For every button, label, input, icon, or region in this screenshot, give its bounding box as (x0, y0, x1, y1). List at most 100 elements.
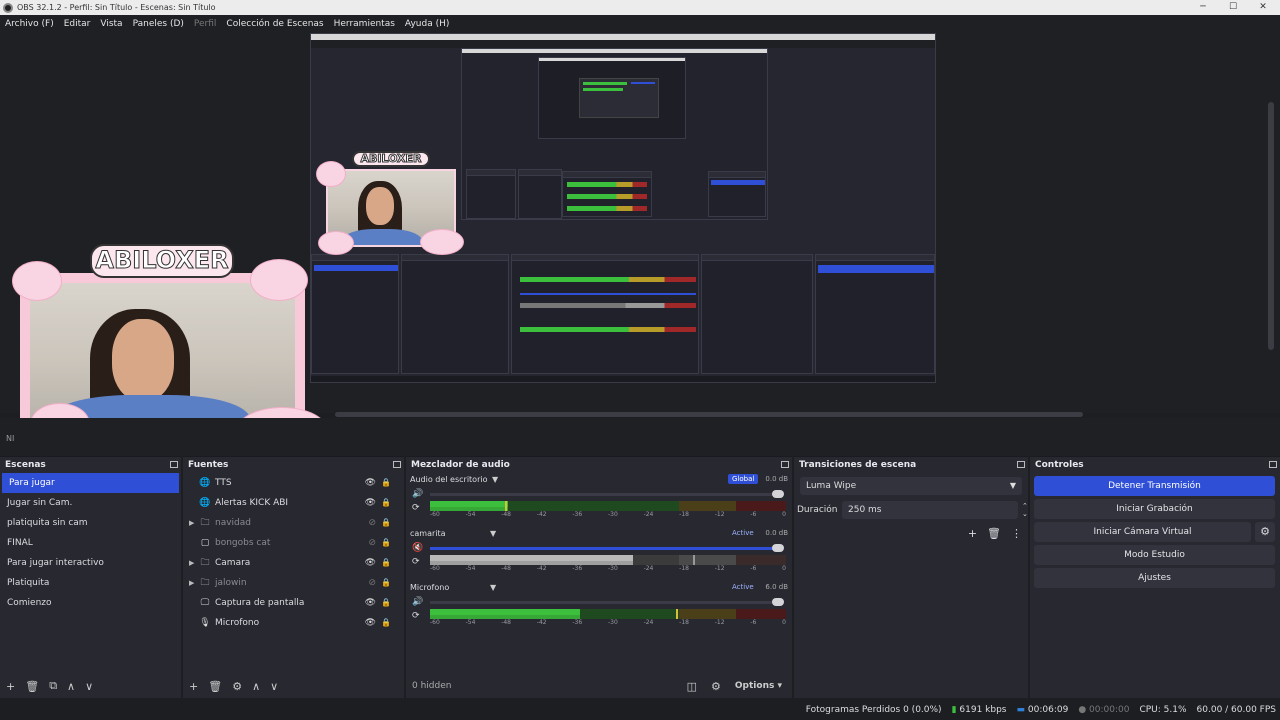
menu-item[interactable]: Colección de Escenas (226, 19, 323, 29)
undock-icon[interactable] (170, 461, 178, 468)
duration-input[interactable]: 250 ms (842, 501, 1018, 519)
settings-button[interactable]: Ajustes (1034, 568, 1275, 588)
scene-item[interactable]: Comienzo (0, 593, 181, 613)
move-down-button[interactable]: ∨ (270, 680, 278, 693)
meter-tick: -42 (536, 511, 547, 518)
meter-tick: 0 (782, 565, 786, 572)
start-recording-button[interactable]: Iniciar Grabación (1034, 499, 1275, 519)
eye-icon[interactable]: 👁 (365, 553, 376, 573)
undock-icon[interactable] (1017, 461, 1025, 468)
add-scene-button[interactable]: + (6, 680, 15, 693)
advanced-audio-icon[interactable]: ⚙ (711, 680, 721, 693)
volume-knob[interactable] (772, 598, 784, 606)
scene-item[interactable]: Platiquita (0, 573, 181, 593)
undock-icon[interactable] (1269, 461, 1277, 468)
source-item[interactable]: ▶ 🗀 navidad ⊘ 🔒 (183, 513, 404, 533)
scene-item[interactable]: platiquita sin cam (0, 513, 181, 533)
source-item[interactable]: ▶ 🗀 Camara 👁 🔒 (183, 553, 404, 573)
channel-status-badge: Global (728, 474, 759, 484)
scene-item[interactable]: Para jugar interactivo (0, 553, 181, 573)
speaker-icon[interactable]: 🔊 (412, 489, 423, 499)
lock-icon[interactable]: 🔒 (381, 493, 391, 513)
source-item[interactable]: ▢ bongobs cat ⊘ 🔒 (183, 533, 404, 553)
options-button[interactable]: Options ▾ (735, 681, 782, 691)
minimize-button[interactable]: ─ (1188, 0, 1218, 15)
mixer-channels: Audio del escritorio ▼ Global 0.0 dB 🔊 ⟳… (406, 473, 792, 635)
chevron-down-icon[interactable]: ▼ (492, 475, 498, 484)
source-item[interactable]: ▶ 🗀 jalowin ⊘ 🔒 (183, 573, 404, 593)
expand-arrow-icon[interactable]: ▶ (189, 553, 199, 573)
monitor-icon[interactable]: ⟳ (412, 503, 420, 513)
add-transition-button[interactable]: + (968, 527, 977, 540)
transition-select[interactable]: Luma Wipe ▼ (800, 477, 1022, 495)
cpu-usage: CPU: 5.1% (1139, 705, 1187, 715)
eye-icon[interactable]: 👁 (365, 593, 376, 613)
source-item[interactable]: 🖵 Captura de pantalla 👁 🔒 (183, 593, 404, 613)
scene-item[interactable]: FINAL (0, 533, 181, 553)
remove-transition-button[interactable]: 🗑 (987, 527, 1001, 540)
lock-icon[interactable]: 🔒 (381, 533, 391, 553)
monitor-icon[interactable]: ⟳ (412, 611, 420, 621)
lock-icon[interactable]: 🔒 (381, 513, 391, 533)
expand-arrow-icon[interactable]: ▶ (189, 573, 199, 593)
volume-slider[interactable] (430, 493, 782, 496)
menu-item[interactable]: Vista (100, 19, 122, 29)
studio-mode-button[interactable]: Modo Estudio (1034, 545, 1275, 565)
source-item[interactable]: 🎙 Microfono 👁 🔒 (183, 613, 404, 633)
eye-icon[interactable]: 👁 (365, 613, 376, 633)
volume-knob[interactable] (772, 490, 784, 498)
lock-icon[interactable]: 🔒 (381, 473, 391, 493)
scene-item[interactable]: Jugar sin Cam. (0, 493, 181, 513)
transition-properties-button[interactable]: ⋮ (1011, 527, 1022, 540)
menu-item[interactable]: Herramientas (334, 19, 395, 29)
eye-icon[interactable]: 👁 (365, 493, 376, 513)
volume-slider[interactable] (430, 547, 782, 550)
remove-scene-button[interactable]: 🗑 (25, 680, 39, 693)
layout-icon[interactable]: ◫ (687, 680, 697, 693)
scene-filters-button[interactable]: ⧉ (49, 679, 57, 693)
preview-canvas[interactable]: ABILOXER ABILOXER (0, 33, 1280, 455)
move-up-button[interactable]: ∧ (67, 680, 75, 693)
chevron-down-icon[interactable]: ▼ (490, 583, 496, 592)
menu-item[interactable]: Archivo (F) (5, 19, 54, 29)
move-up-button[interactable]: ∧ (252, 680, 260, 693)
source-item[interactable]: 🌐 Alertas KICK ABI 👁 🔒 (183, 493, 404, 513)
menu-item[interactable]: Perfil (194, 19, 217, 29)
lock-icon[interactable]: 🔒 (381, 613, 391, 633)
speaker-icon[interactable]: 🔊 (412, 597, 423, 607)
lock-icon[interactable]: 🔒 (381, 573, 391, 593)
eye-hidden-icon[interactable]: ⊘ (368, 573, 376, 593)
eye-hidden-icon[interactable]: ⊘ (368, 533, 376, 553)
lock-icon[interactable]: 🔒 (381, 593, 391, 613)
start-virtual-camera-button[interactable]: Iniciar Cámara Virtual (1034, 522, 1251, 542)
move-down-button[interactable]: ∨ (85, 680, 93, 693)
volume-knob[interactable] (772, 544, 784, 552)
source-item[interactable]: 🌐 TTS 👁 🔒 (183, 473, 404, 493)
preview-horizontal-scrollbar[interactable] (335, 412, 1083, 417)
menu-item[interactable]: Editar (64, 19, 91, 29)
virtual-camera-row: Iniciar Cámara Virtual ⚙ (1030, 519, 1280, 542)
volume-slider[interactable] (430, 601, 782, 604)
eye-icon[interactable]: 👁 (365, 473, 376, 493)
menu-item[interactable]: Paneles (D) (133, 19, 184, 29)
close-button[interactable]: ✕ (1248, 0, 1278, 15)
duration-stepper[interactable]: ⌃ ⌄ (1022, 502, 1028, 518)
undock-icon[interactable] (393, 461, 401, 468)
scene-item[interactable]: Para jugar (2, 473, 179, 493)
virtual-camera-settings-icon[interactable]: ⚙ (1255, 522, 1275, 542)
menu-item[interactable]: Ayuda (H) (405, 19, 449, 29)
add-source-button[interactable]: + (189, 680, 198, 693)
speaker-muted-icon[interactable]: 🔇 (412, 543, 423, 553)
monitor-icon[interactable]: ⟳ (412, 557, 420, 567)
lock-icon[interactable]: 🔒 (381, 553, 391, 573)
preview-vertical-scrollbar[interactable] (1268, 102, 1274, 350)
undock-icon[interactable] (781, 461, 789, 468)
source-properties-button[interactable]: ⚙ (232, 680, 242, 693)
chevron-down-icon[interactable]: ▼ (490, 529, 496, 538)
expand-arrow-icon[interactable]: ▶ (189, 513, 199, 533)
recording-timer: ● 00:00:00 (1078, 705, 1130, 715)
remove-source-button[interactable]: 🗑 (208, 680, 222, 693)
stop-streaming-button[interactable]: Detener Transmisión (1034, 476, 1275, 496)
eye-hidden-icon[interactable]: ⊘ (368, 513, 376, 533)
maximize-button[interactable]: ☐ (1218, 0, 1248, 15)
